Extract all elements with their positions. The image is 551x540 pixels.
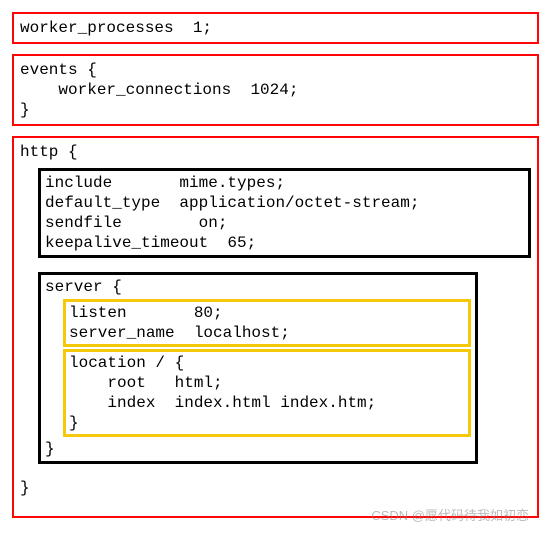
- server-location-block: location / { root html; index index.html…: [63, 349, 471, 437]
- http-open: http {: [20, 142, 531, 162]
- events-close: }: [20, 100, 531, 120]
- worker-processes-line: worker_processes 1;: [20, 18, 531, 38]
- server-open: server {: [45, 277, 471, 297]
- server-listen-block: listen 80; server_name localhost;: [63, 299, 471, 347]
- events-block: events { worker_connections 1024; }: [12, 54, 539, 126]
- server-location-lines: location / { root html; index index.html…: [69, 353, 465, 433]
- events-body: worker_connections 1024;: [20, 80, 531, 100]
- events-open: events {: [20, 60, 531, 80]
- server-block: server { listen 80; server_name localhos…: [38, 272, 478, 464]
- worker-processes-block: worker_processes 1;: [12, 12, 539, 44]
- server-close: }: [45, 439, 471, 459]
- http-core-block: include mime.types; default_type applica…: [38, 168, 531, 258]
- server-listen-lines: listen 80; server_name localhost;: [69, 303, 465, 343]
- http-core-lines: include mime.types; default_type applica…: [45, 173, 524, 253]
- http-block: http { include mime.types; default_type …: [12, 136, 539, 518]
- http-close: }: [20, 478, 531, 498]
